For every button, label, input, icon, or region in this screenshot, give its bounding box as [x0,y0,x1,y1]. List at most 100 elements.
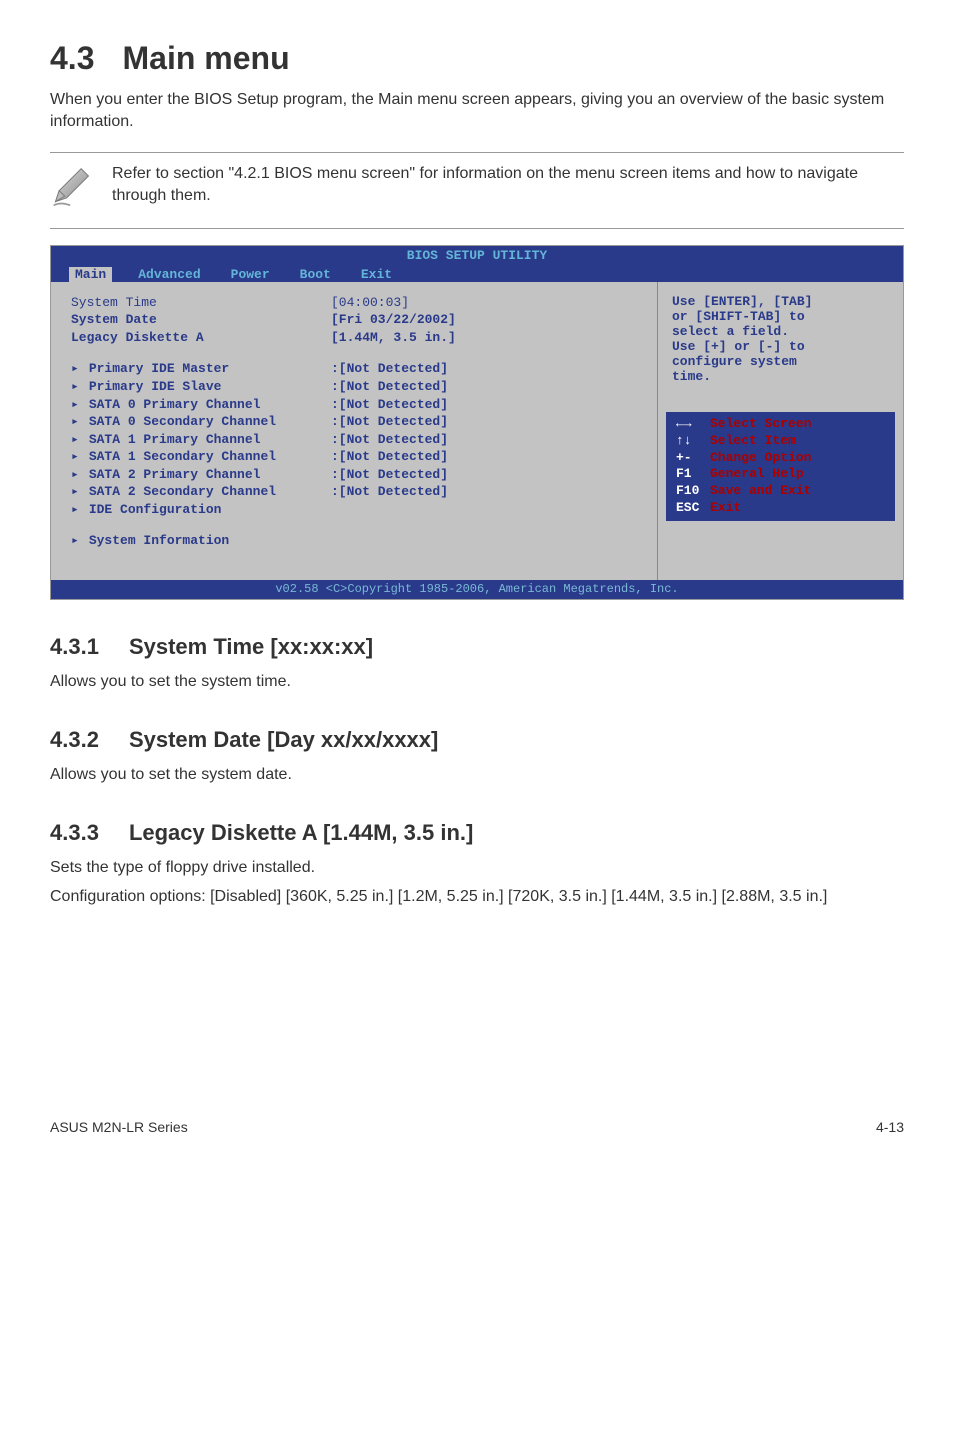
help-key-row: +-Change Option [672,450,889,467]
subsection-title-text: System Date [Day xx/xx/xxxx] [129,727,438,752]
bios-label: System Date [71,311,331,329]
subsection-text: Configuration options: [Disabled] [360K,… [50,885,904,908]
bios-left-panel: System Time [04:00:03] System Date [Fri … [51,282,658,580]
bios-row: ▸ SATA 2 Secondary Channel :[Not Detecte… [71,483,647,501]
bios-row: System Date [Fri 03/22/2002] [71,311,647,329]
help-key-text: Exit [710,500,741,517]
submenu-arrow-icon: ▸ [71,532,81,550]
bios-body: System Time [04:00:03] System Date [Fri … [51,282,903,580]
bios-row: System Time [04:00:03] [71,294,647,312]
subsection-number: 4.3.3 [50,820,99,846]
bios-label-text: System Information [89,533,229,548]
bios-row: ▸ SATA 0 Secondary Channel :[Not Detecte… [71,413,647,431]
subsection-heading: 4.3.1 System Time [xx:xx:xx] [50,634,904,660]
bios-tab-exit: Exit [357,267,396,282]
bios-tab-boot: Boot [296,267,335,282]
bios-label-text: SATA 2 Primary Channel [89,467,261,482]
section-number: 4.3 [50,40,94,77]
bios-value: :[Not Detected] [331,413,647,431]
help-key-text: Save and Exit [710,483,811,500]
section-title-text: Main menu [122,40,289,76]
bios-tabs: Main Advanced Power Boot Exit [69,267,396,282]
bios-label: ▸ SATA 0 Secondary Channel [71,413,331,431]
bios-label-text: Primary IDE Master [89,361,229,376]
bios-tab-advanced: Advanced [134,267,204,282]
bios-help-keys: ←→Select Screen ↑↓Select Item +-Change O… [666,412,895,521]
subsection-text: Sets the type of floppy drive installed. [50,856,904,879]
help-key: ESC [672,500,706,517]
bios-title: BIOS SETUP UTILITY [51,248,903,263]
bios-value: [04:00:03] [331,294,647,312]
bios-label-text: IDE Configuration [89,502,222,517]
help-line: select a field. [672,324,893,339]
bios-value [331,532,647,550]
note-text: Refer to section "4.2.1 BIOS menu screen… [100,163,904,208]
bios-label: ▸ Primary IDE Master [71,360,331,378]
bios-label-text: SATA 2 Secondary Channel [89,484,276,499]
bios-label: ▸ SATA 0 Primary Channel [71,396,331,414]
bios-screenshot: BIOS SETUP UTILITY Main Advanced Power B… [50,245,904,600]
bios-label: ▸ Primary IDE Slave [71,378,331,396]
help-key-row: ↑↓Select Item [672,433,889,450]
footer-right: 4-13 [876,1119,904,1135]
bios-label-text: SATA 1 Primary Channel [89,432,261,447]
note-callout: Refer to section "4.2.1 BIOS menu screen… [50,152,904,229]
bios-value: :[Not Detected] [331,448,647,466]
spacer [672,384,893,412]
help-key-text: General Help [710,466,804,483]
help-line: configure system [672,354,893,369]
help-key-text: Select Item [710,433,796,450]
submenu-arrow-icon: ▸ [71,501,81,519]
bios-row: ▸ Primary IDE Slave :[Not Detected] [71,378,647,396]
bios-label-text: SATA 1 Secondary Channel [89,449,276,464]
help-key-row: F10Save and Exit [672,483,889,500]
subsection-heading: 4.3.3 Legacy Diskette A [1.44M, 3.5 in.] [50,820,904,846]
bios-row: ▸ SATA 2 Primary Channel :[Not Detected] [71,466,647,484]
page-footer: ASUS M2N-LR Series 4-13 [50,1119,904,1135]
submenu-arrow-icon: ▸ [71,431,81,449]
subsection-text: Allows you to set the system date. [50,763,904,786]
subsection-title-text: Legacy Diskette A [1.44M, 3.5 in.] [129,820,473,845]
help-key: +- [672,450,706,467]
help-key-row: ESCExit [672,500,889,517]
submenu-arrow-icon: ▸ [71,483,81,501]
bios-label-text: SATA 0 Primary Channel [89,397,261,412]
bios-row: ▸ System Information [71,532,647,550]
spacer [71,518,647,532]
bios-label: ▸ SATA 2 Secondary Channel [71,483,331,501]
help-line: or [SHIFT-TAB] to [672,309,893,324]
bios-label: ▸ SATA 1 Secondary Channel [71,448,331,466]
bios-value: :[Not Detected] [331,483,647,501]
submenu-arrow-icon: ▸ [71,396,81,414]
bios-value: [1.44M, 3.5 in.] [331,329,647,347]
bios-label: Legacy Diskette A [71,329,331,347]
bios-label: System Time [71,294,331,312]
bios-header: BIOS SETUP UTILITY Main Advanced Power B… [51,246,903,282]
bios-help-panel: Use [ENTER], [TAB] or [SHIFT-TAB] to sel… [658,282,903,580]
bios-value: :[Not Detected] [331,396,647,414]
bios-label-text: Primary IDE Slave [89,379,222,394]
bios-label: ▸ System Information [71,532,331,550]
bios-value: [Fri 03/22/2002] [331,311,647,329]
help-key: ↑↓ [672,433,706,450]
subsection-number: 4.3.1 [50,634,99,660]
help-line: Use [+] or [-] to [672,339,893,354]
bios-tab-power: Power [227,267,274,282]
subsection-title-text: System Time [xx:xx:xx] [129,634,373,659]
bios-label: ▸ SATA 1 Primary Channel [71,431,331,449]
spacer [71,346,647,360]
submenu-arrow-icon: ▸ [71,378,81,396]
subsection-text: Allows you to set the system time. [50,670,904,693]
bios-footer: v02.58 <C>Copyright 1985-2006, American … [51,580,903,599]
bios-label-text: SATA 0 Secondary Channel [89,414,276,429]
bios-label: ▸ SATA 2 Primary Channel [71,466,331,484]
section-intro: When you enter the BIOS Setup program, t… [50,89,904,134]
submenu-arrow-icon: ▸ [71,360,81,378]
bios-row: Legacy Diskette A [1.44M, 3.5 in.] [71,329,647,347]
help-key-text: Change Option [710,450,811,467]
bios-value: :[Not Detected] [331,378,647,396]
help-key: F1 [672,466,706,483]
bios-value: :[Not Detected] [331,466,647,484]
bios-value: :[Not Detected] [331,431,647,449]
bios-value: :[Not Detected] [331,360,647,378]
